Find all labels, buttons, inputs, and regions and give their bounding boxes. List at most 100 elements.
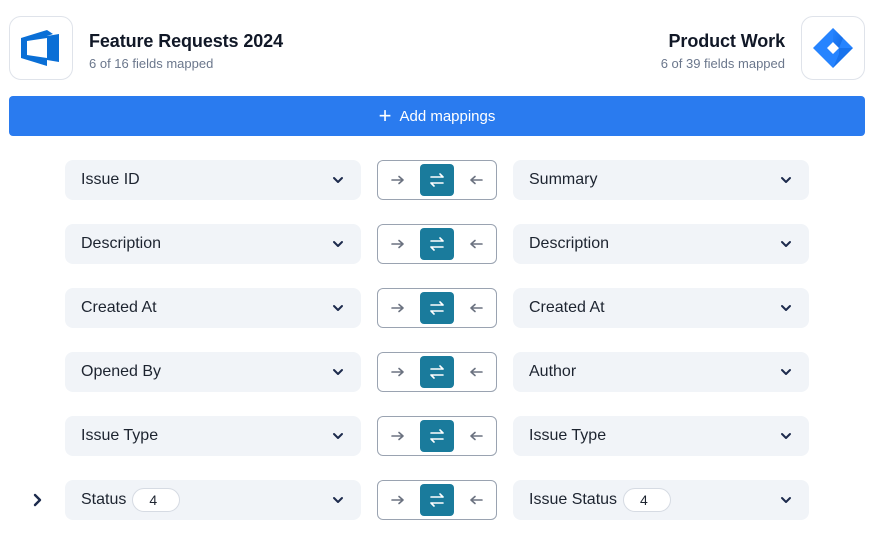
direction-toggle <box>377 224 497 264</box>
add-mappings-button[interactable]: + Add mappings <box>9 96 865 136</box>
direction-right-to-left-button[interactable] <box>459 292 493 324</box>
swap-arrows-icon <box>430 493 444 507</box>
target-field-select[interactable]: Description <box>513 224 809 264</box>
arrow-left-icon <box>470 367 483 377</box>
direction-bidirectional-button[interactable] <box>420 420 454 452</box>
swap-arrows-icon <box>430 301 444 315</box>
direction-bidirectional-button[interactable] <box>420 292 454 324</box>
direction-bidirectional-button[interactable] <box>420 228 454 260</box>
chevron-down-icon <box>333 241 343 247</box>
direction-left-to-right-button[interactable] <box>381 292 415 324</box>
direction-right-to-left-button[interactable] <box>459 356 493 388</box>
direction-left-to-right-button[interactable] <box>381 228 415 260</box>
target-title: Product Work <box>668 31 786 51</box>
direction-toggle <box>377 416 497 456</box>
target-app-logo <box>801 16 865 80</box>
mapping-row: Opened By Author <box>0 352 877 392</box>
jira-logo-icon <box>813 28 853 68</box>
direction-left-to-right-button[interactable] <box>381 356 415 388</box>
chevron-down-icon <box>781 497 791 503</box>
direction-right-to-left-button[interactable] <box>459 164 493 196</box>
direction-toggle <box>377 160 497 200</box>
chevron-down-icon <box>781 177 791 183</box>
source-field-label: Opened By <box>81 363 162 380</box>
chevron-right-icon <box>33 493 42 507</box>
target-field-select[interactable]: Issue Status 4 <box>513 480 809 520</box>
source-field-select[interactable]: Issue Type <box>65 416 361 456</box>
target-field-select[interactable]: Issue Type <box>513 416 809 456</box>
source-field-label: Issue ID <box>81 171 140 188</box>
expand-row-button[interactable] <box>28 490 48 510</box>
arrow-left-icon <box>470 303 483 313</box>
arrow-right-icon <box>391 495 404 505</box>
source-project: Feature Requests 2024 6 of 16 fields map… <box>89 30 283 72</box>
arrow-right-icon <box>391 239 404 249</box>
arrow-right-icon <box>391 175 404 185</box>
source-title: Feature Requests 2024 <box>89 31 283 51</box>
target-field-label: Summary <box>529 171 598 188</box>
chevron-down-icon <box>333 177 343 183</box>
mapping-row: Issue Type Issue Type <box>0 416 877 456</box>
arrow-left-icon <box>470 431 483 441</box>
value-count-badge: 4 <box>132 488 181 512</box>
chevron-down-icon <box>333 305 343 311</box>
direction-bidirectional-button[interactable] <box>420 356 454 388</box>
arrow-left-icon <box>470 495 483 505</box>
direction-toggle <box>377 352 497 392</box>
value-count-badge: 4 <box>623 488 672 512</box>
source-field-select[interactable]: Opened By <box>65 352 361 392</box>
swap-arrows-icon <box>430 237 444 251</box>
source-field-select[interactable]: Description <box>65 224 361 264</box>
arrow-left-icon <box>470 175 483 185</box>
chevron-down-icon <box>781 433 791 439</box>
target-field-select[interactable]: Summary <box>513 160 809 200</box>
source-field-select[interactable]: Issue ID <box>65 160 361 200</box>
chevron-down-icon <box>781 241 791 247</box>
direction-bidirectional-button[interactable] <box>420 164 454 196</box>
source-field-label: Issue Type <box>81 427 159 444</box>
target-field-label: Issue Status <box>529 491 618 508</box>
mapping-row: Created At Created At <box>0 288 877 328</box>
arrow-right-icon <box>391 303 404 313</box>
source-field-label: Status <box>81 491 127 508</box>
arrow-right-icon <box>391 431 404 441</box>
target-field-label: Created At <box>529 299 605 316</box>
direction-right-to-left-button[interactable] <box>459 420 493 452</box>
source-field-label: Description <box>81 235 162 252</box>
direction-toggle <box>377 480 497 520</box>
chevron-down-icon <box>333 433 343 439</box>
target-project: Product Work 6 of 39 fields mapped <box>661 30 785 72</box>
swap-arrows-icon <box>430 365 444 379</box>
arrow-left-icon <box>470 239 483 249</box>
direction-left-to-right-button[interactable] <box>381 484 415 516</box>
target-field-label: Author <box>529 363 577 380</box>
chevron-down-icon <box>781 369 791 375</box>
source-field-label: Created At <box>81 299 157 316</box>
add-mappings-label: Add mappings <box>399 107 496 125</box>
azure-devops-logo-icon <box>21 30 59 66</box>
chevron-down-icon <box>333 369 343 375</box>
chevron-down-icon <box>333 497 343 503</box>
target-field-label: Description <box>529 235 610 252</box>
mapping-row: Description Description <box>0 224 877 264</box>
mapping-row: Status 4 Issue Status 4 <box>0 480 877 520</box>
chevron-down-icon <box>781 305 791 311</box>
mapping-row: Issue ID Summary <box>0 160 877 200</box>
source-field-select[interactable]: Status 4 <box>65 480 361 520</box>
direction-right-to-left-button[interactable] <box>459 484 493 516</box>
swap-arrows-icon <box>430 173 444 187</box>
arrow-right-icon <box>391 367 404 377</box>
direction-toggle <box>377 288 497 328</box>
source-app-logo <box>9 16 73 80</box>
source-fields-count: 6 of 16 fields mapped <box>89 56 214 71</box>
direction-right-to-left-button[interactable] <box>459 228 493 260</box>
plus-icon: + <box>378 103 392 128</box>
source-field-select[interactable]: Created At <box>65 288 361 328</box>
direction-bidirectional-button[interactable] <box>420 484 454 516</box>
direction-left-to-right-button[interactable] <box>381 164 415 196</box>
target-field-select[interactable]: Author <box>513 352 809 392</box>
swap-arrows-icon <box>430 429 444 443</box>
target-field-select[interactable]: Created At <box>513 288 809 328</box>
target-field-label: Issue Type <box>529 427 607 444</box>
direction-left-to-right-button[interactable] <box>381 420 415 452</box>
